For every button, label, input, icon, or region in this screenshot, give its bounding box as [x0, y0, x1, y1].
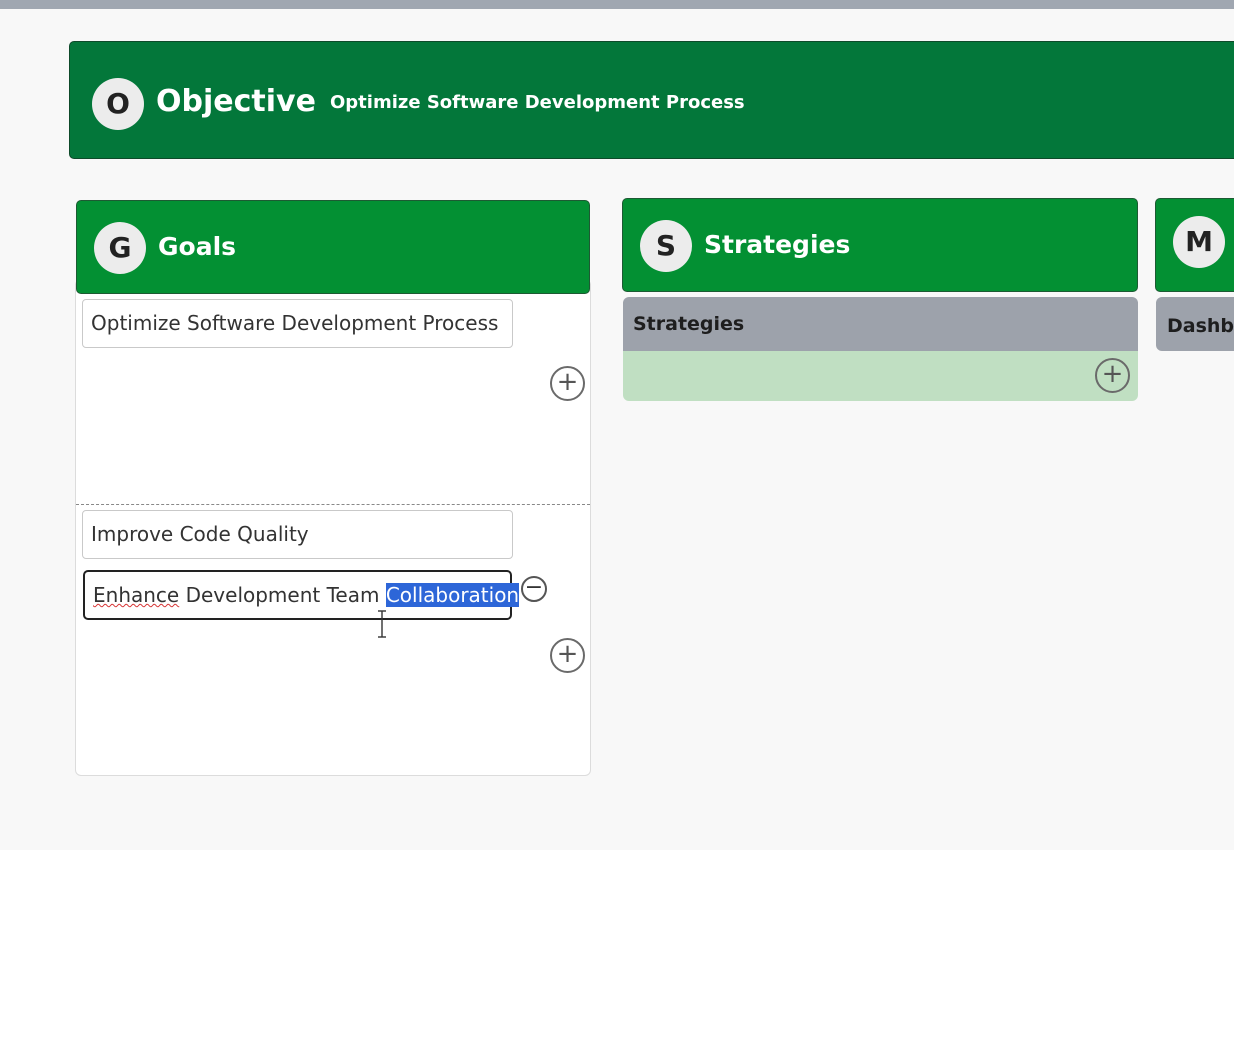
goal-item[interactable]: Optimize Software Development Process	[82, 299, 513, 348]
strategies-header: S Strategies	[622, 198, 1138, 292]
add-strategy-button[interactable]: +	[1095, 358, 1130, 393]
objective-banner: O Objective Optimize Software Developmen…	[69, 41, 1234, 159]
goal-item[interactable]: Improve Code Quality	[82, 510, 513, 559]
strategies-panel-header: Strategies	[623, 297, 1138, 351]
top-bar	[0, 0, 1234, 9]
objective-title: Objective	[156, 84, 316, 119]
goals-panel: Optimize Software Development Process + …	[75, 279, 591, 776]
add-goal-button[interactable]: +	[550, 638, 585, 673]
strategies-badge: S	[640, 220, 692, 272]
misspelled-word: Enhance	[93, 583, 180, 607]
metrics-header: M	[1155, 198, 1234, 292]
objective-badge: O	[92, 78, 144, 130]
strategies-title: Strategies	[704, 230, 851, 259]
goals-badge: G	[94, 222, 146, 274]
strategies-panel: Strategies +	[623, 297, 1138, 401]
strategies-panel-body: +	[623, 351, 1138, 401]
remove-goal-button[interactable]: −	[521, 576, 547, 602]
objective-subtitle[interactable]: Optimize Software Development Process	[330, 92, 745, 113]
input-text: Development Team	[179, 583, 386, 607]
goals-header: G Goals	[76, 200, 590, 294]
metrics-panel: Dashbo	[1156, 297, 1234, 351]
strategies-panel-title: Strategies	[633, 313, 745, 335]
selected-text: Collaboration	[385, 583, 520, 607]
plus-icon: +	[1101, 359, 1124, 389]
strategy-canvas: O Objective Optimize Software Developmen…	[0, 9, 1234, 850]
metrics-badge: M	[1173, 216, 1225, 268]
add-goal-button[interactable]: +	[550, 366, 585, 401]
goals-title: Goals	[158, 232, 237, 261]
goal-edit-input[interactable]: Enhance Development Team Collaboration	[83, 570, 520, 620]
plus-icon: +	[556, 639, 579, 669]
section-divider	[76, 504, 590, 505]
text-cursor-icon	[378, 610, 386, 638]
plus-icon: +	[556, 367, 579, 397]
minus-icon: −	[524, 575, 544, 600]
metrics-panel-title: Dashbo	[1167, 315, 1234, 337]
